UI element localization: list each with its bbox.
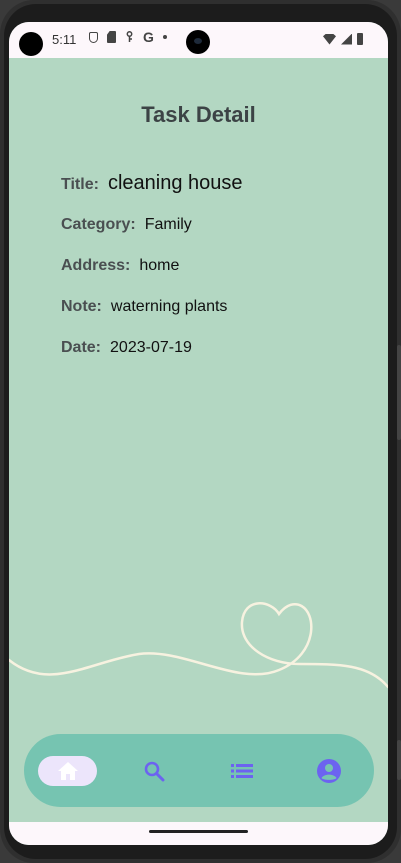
status-time: 5:11	[52, 32, 77, 47]
nav-profile-button[interactable]	[311, 756, 347, 786]
volume-button	[397, 345, 401, 440]
wifi-icon	[323, 33, 336, 45]
task-note-row: Note: waterning plants	[61, 298, 227, 316]
home-gesture-bar[interactable]	[149, 830, 248, 833]
gesture-navigation-area	[9, 822, 388, 845]
status-bar: 5:11 G	[9, 22, 388, 58]
dot-icon	[163, 35, 167, 39]
address-label: Address:	[61, 257, 131, 274]
sim-card-icon	[107, 31, 116, 43]
note-value: waterning plants	[110, 298, 228, 315]
google-g-icon: G	[143, 29, 154, 45]
system-icons	[323, 33, 363, 45]
nav-list-button[interactable]	[224, 756, 260, 786]
bottom-navigation	[24, 734, 374, 807]
title-label: Title:	[61, 176, 99, 193]
account-circle-icon	[317, 759, 341, 783]
date-label: Date:	[61, 339, 102, 356]
home-icon	[57, 762, 78, 780]
nav-home-button[interactable]	[38, 756, 97, 786]
task-address-row: Address: home	[61, 257, 179, 275]
task-date-row: Date: 2023-07-19	[61, 339, 192, 357]
signal-icon	[341, 33, 352, 45]
title-value: cleaning house	[107, 172, 243, 194]
camera-cutout	[19, 32, 43, 56]
task-title-row: Title: cleaning house	[61, 172, 243, 195]
front-camera	[186, 30, 210, 54]
heart-line-decoration	[9, 602, 388, 689]
nav-search-button[interactable]	[136, 756, 172, 786]
task-category-row: Category: Family	[61, 216, 192, 234]
list-icon	[231, 764, 253, 778]
device-frame: 5:11 G Task Detail Title: cleaning house	[0, 0, 401, 863]
date-value: 2023-07-19	[110, 339, 192, 356]
vpn-key-icon	[125, 31, 134, 43]
address-value: home	[139, 257, 180, 274]
shield-icon	[89, 31, 98, 43]
category-label: Category:	[61, 216, 136, 233]
power-button	[397, 740, 401, 780]
battery-icon	[357, 33, 363, 45]
search-icon	[144, 761, 165, 782]
notification-icons: G	[89, 29, 167, 45]
note-label: Note:	[61, 298, 102, 315]
page-title: Task Detail	[141, 102, 256, 127]
category-value: Family	[144, 216, 192, 233]
screen: 5:11 G Task Detail Title: cleaning house	[9, 22, 388, 845]
